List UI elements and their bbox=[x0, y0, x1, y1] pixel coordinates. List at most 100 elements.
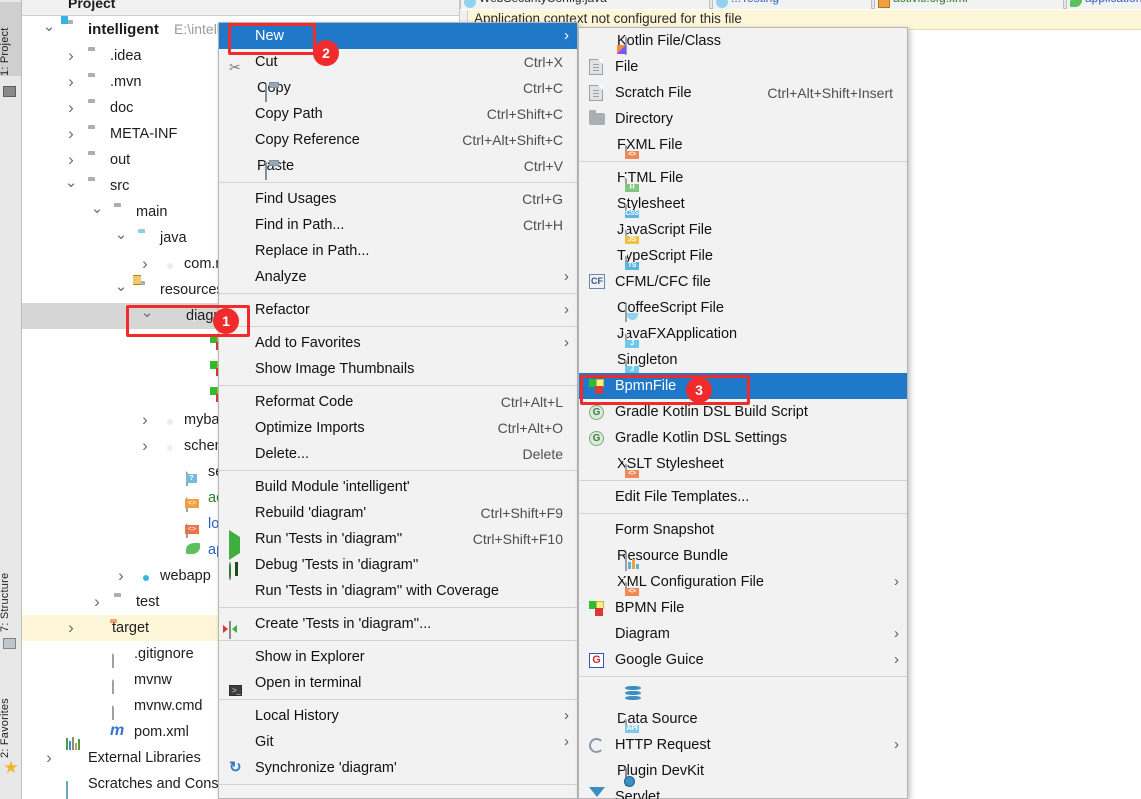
menu-separator bbox=[219, 326, 577, 327]
menu-item-delete[interactable]: Delete... Delete bbox=[219, 441, 577, 467]
fxml-file-icon: <> bbox=[625, 141, 639, 159]
menu-item-copy-reference[interactable]: Copy Reference Ctrl+Alt+Shift+C bbox=[219, 127, 577, 153]
new-submenu[interactable]: Kotlin File/Class File Scratch File Ctrl… bbox=[578, 27, 908, 799]
chevron-right-icon: › bbox=[894, 625, 899, 642]
submenu-item-servlet[interactable]: Plugin DevKit bbox=[579, 758, 907, 786]
menu-item-replace-in-path[interactable]: Replace in Path... bbox=[219, 238, 577, 264]
menu-item-refactor[interactable]: Refactor › bbox=[219, 297, 577, 323]
submenu-item-javafxapplication[interactable]: J JavaFXApplication bbox=[579, 321, 907, 348]
menu-item-show-image-thumbnails[interactable]: Show Image Thumbnails bbox=[219, 356, 577, 382]
chevron-right-icon[interactable] bbox=[64, 95, 78, 121]
submenu-item-fxml-file[interactable]: <> FXML File bbox=[579, 132, 907, 159]
chevron-right-icon[interactable] bbox=[64, 615, 78, 641]
menu-item-show-in-explorer[interactable]: Show in Explorer bbox=[219, 644, 577, 670]
chevron-right-icon[interactable] bbox=[64, 147, 78, 173]
submenu-item-coffeescript-file[interactable]: CoffeeScript File bbox=[579, 295, 907, 322]
submenu-item-kotlin-file-class[interactable]: Kotlin File/Class bbox=[579, 28, 907, 55]
submenu-item-data-source[interactable] bbox=[579, 680, 907, 706]
menu-item-paste[interactable]: Paste Ctrl+V bbox=[219, 153, 577, 180]
submenu-item-singleton[interactable]: J Singleton bbox=[579, 347, 907, 374]
menu-item-copy-path[interactable]: Copy Path Ctrl+Shift+C bbox=[219, 101, 577, 127]
menu-item-git[interactable]: Git › bbox=[219, 729, 577, 755]
favorites-star-icon[interactable]: ★ bbox=[3, 759, 19, 776]
tool-tab-project[interactable]: 1: Project bbox=[0, 2, 21, 76]
menu-item-add-to-favorites[interactable]: Add to Favorites › bbox=[219, 330, 577, 356]
file-icon bbox=[589, 59, 603, 75]
chevron-right-icon[interactable] bbox=[90, 589, 104, 615]
submenu-item-scratch-file[interactable]: Scratch File Ctrl+Alt+Shift+Insert bbox=[579, 80, 907, 106]
submenu-item-xslt-stylesheet[interactable]: <> XSLT Stylesheet bbox=[579, 451, 907, 478]
project-tree-title: Project bbox=[68, 0, 116, 11]
chevron-right-icon[interactable] bbox=[138, 407, 152, 433]
chevron-right-icon[interactable] bbox=[64, 69, 78, 95]
submenu-item-directory[interactable]: Directory bbox=[579, 106, 907, 132]
submenu-item-bpmn-file[interactable]: BPMN File bbox=[579, 595, 907, 621]
submenu-item-javascript-file[interactable]: JS JavaScript File bbox=[579, 217, 907, 244]
menu-item-copy-reference-label: Copy Reference bbox=[255, 132, 360, 148]
chevron-down-icon[interactable] bbox=[114, 225, 128, 251]
menu-item-analyze[interactable]: Analyze › bbox=[219, 264, 577, 290]
editor-tab-activiti-cfg-xml[interactable]: activiti.cfg.xml bbox=[874, 0, 1064, 9]
context-menu[interactable]: New › ✂ Cut Ctrl+X Copy Ctrl+C Copy Path… bbox=[218, 22, 578, 799]
menu-item-copy[interactable]: Copy Ctrl+C bbox=[219, 75, 577, 102]
chevron-down-icon[interactable] bbox=[64, 173, 78, 199]
project-structure-icon[interactable] bbox=[3, 84, 19, 98]
submenu-item-html-file[interactable]: H HTML File bbox=[579, 165, 907, 192]
chevron-right-icon[interactable] bbox=[114, 563, 128, 589]
menu-item-optimize-imports[interactable]: Optimize Imports Ctrl+Alt+O bbox=[219, 415, 577, 441]
tree-label-main: main bbox=[136, 204, 168, 220]
maven-file-icon: m bbox=[110, 722, 125, 739]
chevron-right-icon[interactable] bbox=[138, 251, 152, 277]
chevron-down-icon[interactable] bbox=[114, 277, 128, 303]
menu-item-git-label: Git bbox=[255, 734, 274, 750]
submenu-item-resource-bundle[interactable]: Resource Bundle bbox=[579, 543, 907, 571]
chevron-right-icon: › bbox=[894, 573, 899, 590]
submenu-item-form-snapshot[interactable]: Form Snapshot bbox=[579, 517, 907, 543]
filter-icon bbox=[589, 787, 605, 799]
tool-tab-favorites[interactable]: 2: Favorites bbox=[0, 666, 21, 758]
menu-item-run-tests-with-coverage[interactable]: Run 'Tests in 'diagram'' with Coverage bbox=[219, 578, 577, 604]
menu-item-synchronize-diagram[interactable]: ↻ Synchronize 'diagram' bbox=[219, 755, 577, 781]
chevron-right-icon[interactable] bbox=[42, 745, 56, 771]
submenu-item-edit-file-templates[interactable]: Edit File Templates... bbox=[579, 484, 907, 510]
menu-item-debug-tests[interactable]: Debug 'Tests in 'diagram'' bbox=[219, 552, 577, 580]
submenu-item-diagram[interactable]: Diagram › bbox=[579, 621, 907, 647]
submenu-item-gradle-kotlin-dsl-settings[interactable]: G Gradle Kotlin DSL Settings bbox=[579, 425, 907, 451]
menu-item-open-in-terminal[interactable]: >_ Open in terminal bbox=[219, 670, 577, 696]
submenu-item-xml-configuration-file[interactable]: <> XML Configuration File › bbox=[579, 569, 907, 596]
menu-item-create-tests-config[interactable]: Create 'Tests in 'diagram''... bbox=[219, 611, 577, 639]
menu-item-find-in-path[interactable]: Find in Path... Ctrl+H bbox=[219, 212, 577, 238]
menu-item-rebuild-diagram[interactable]: Rebuild 'diagram' Ctrl+Shift+F9 bbox=[219, 500, 577, 526]
submenu-item-filter[interactable]: Servlet bbox=[579, 784, 907, 799]
submenu-item-http-request[interactable]: API Data Source bbox=[579, 706, 907, 733]
submenu-item-typescript-file[interactable]: TS TypeScript File bbox=[579, 243, 907, 270]
submenu-item-cfml-cfc-file[interactable]: CF CFML/CFC file bbox=[579, 269, 907, 295]
submenu-item-file[interactable]: File bbox=[579, 54, 907, 80]
menu-item-find-usages[interactable]: Find Usages Ctrl+G bbox=[219, 186, 577, 212]
tool-tab-structure[interactable]: 7: Structure bbox=[0, 540, 21, 632]
editor-tab-application-yml[interactable]: application.yml bbox=[1066, 0, 1141, 9]
menu-item-reformat-code[interactable]: Reformat Code Ctrl+Alt+L bbox=[219, 389, 577, 415]
menu-item-local-history[interactable]: Local History › bbox=[219, 703, 577, 729]
chevron-down-icon[interactable] bbox=[42, 16, 56, 43]
submenu-item-stylesheet[interactable]: CSS Stylesheet bbox=[579, 191, 907, 218]
menu-item-run-tests[interactable]: Run 'Tests in 'diagram'' Ctrl+Shift+F10 bbox=[219, 526, 577, 560]
annotation-box-bpmnfile bbox=[580, 375, 750, 405]
editor-tab-testing[interactable]: ...Testing bbox=[712, 0, 872, 9]
chevron-right-icon[interactable] bbox=[64, 43, 78, 69]
submenu-item-plugin-devkit[interactable]: HTTP Request › bbox=[579, 732, 907, 758]
submenu-item-google-guice[interactable]: G Google Guice › bbox=[579, 647, 907, 673]
copy-icon bbox=[265, 84, 267, 102]
unknown-badge: ? bbox=[186, 474, 197, 483]
chevron-right-icon[interactable] bbox=[64, 121, 78, 147]
menu-item-build-module[interactable]: Build Module 'intelligent' bbox=[219, 474, 577, 500]
menu-item-run-tests-with-coverage-label: Run 'Tests in 'diagram'' with Coverage bbox=[255, 583, 499, 599]
structure-icon[interactable] bbox=[3, 636, 19, 650]
submenu-separator bbox=[579, 480, 907, 481]
tree-label-doc: doc bbox=[110, 100, 134, 116]
editor-tab-websecurityconfig[interactable]: WebSecurityConfig.java bbox=[460, 0, 710, 9]
menu-item-optimize-imports-label: Optimize Imports bbox=[255, 420, 365, 436]
chevron-right-icon[interactable] bbox=[138, 433, 152, 459]
chevron-down-icon[interactable] bbox=[90, 199, 104, 225]
project-tree-header: Project bbox=[22, 0, 459, 16]
